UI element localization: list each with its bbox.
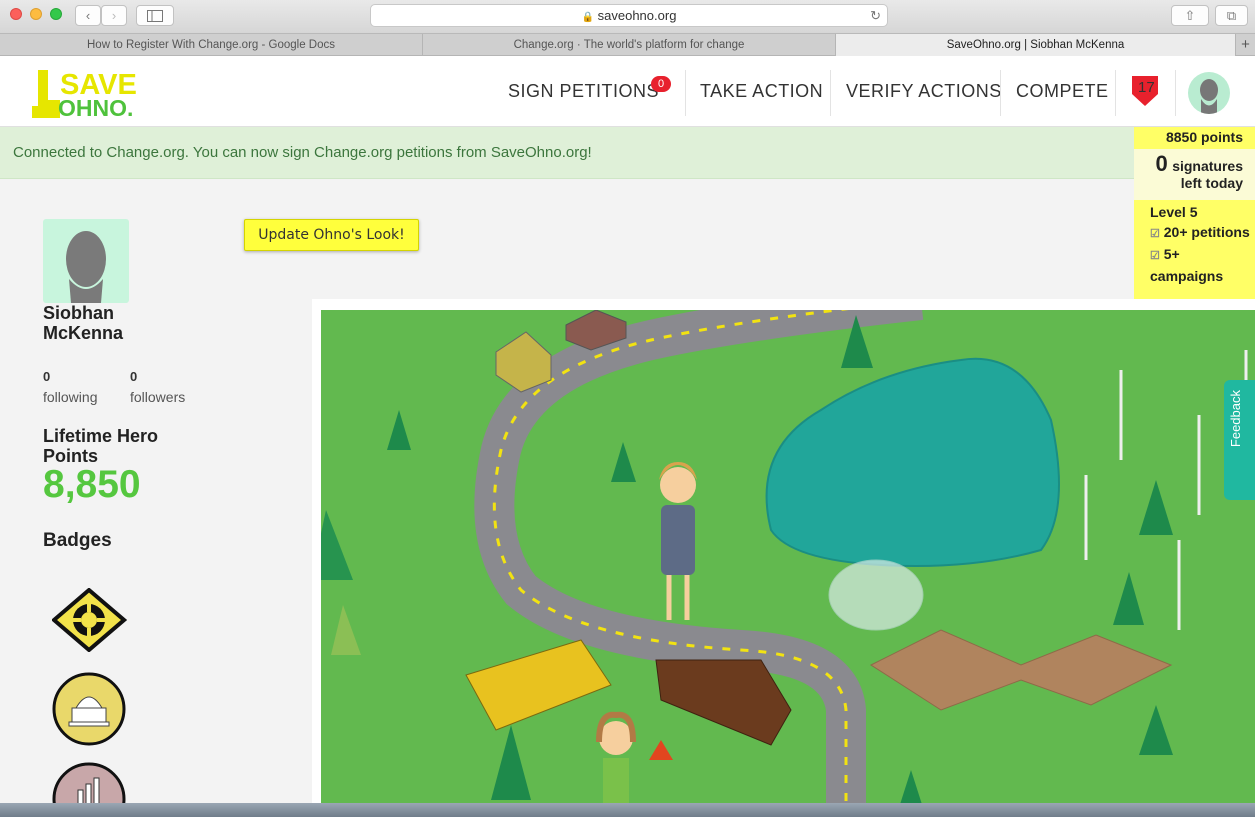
- nav-divider: [1175, 70, 1176, 116]
- close-window-icon[interactable]: [10, 8, 22, 20]
- following-link[interactable]: following: [43, 389, 97, 405]
- banner-message: Connected to Change.org. You can now sig…: [13, 144, 592, 161]
- tab-saveohno[interactable]: SaveOhno.org | Siobhan McKenna: [836, 34, 1236, 56]
- url-text: saveohno.org: [597, 8, 677, 23]
- sidebar-icon: [147, 10, 163, 22]
- back-button[interactable]: ‹: [75, 5, 101, 26]
- followers-count: 0: [130, 369, 138, 384]
- share-button[interactable]: ⇧: [1171, 5, 1209, 26]
- garden-dome: [828, 559, 924, 631]
- alerts-button[interactable]: 17: [1130, 74, 1160, 108]
- lifebuoy-badge-icon: [50, 587, 128, 653]
- points-total: 8850 points: [1134, 127, 1255, 149]
- town-map-scene: [321, 310, 1255, 817]
- nav-compete[interactable]: COMPETE: [1016, 81, 1109, 102]
- profile-avatar[interactable]: [43, 219, 129, 303]
- badges-title: Badges: [43, 530, 112, 551]
- followers-link[interactable]: followers: [130, 389, 185, 405]
- tab-change-org[interactable]: Change.org · The world's platform for ch…: [423, 34, 836, 56]
- badge-chart[interactable]: [52, 762, 127, 803]
- capitol-badge-icon: [52, 672, 126, 746]
- feedback-label: Feedback: [1228, 390, 1243, 448]
- nav-sign-petitions[interactable]: SIGN PETITIONS: [508, 81, 659, 102]
- requirement-campaigns: 5+ campaigns: [1150, 246, 1224, 284]
- requirement-petitions: 20+ petitions: [1163, 224, 1250, 240]
- alert-count: 17: [1138, 79, 1155, 96]
- reload-icon[interactable]: ↻: [870, 5, 881, 26]
- badge-lifebuoy[interactable]: [50, 587, 128, 653]
- tab-bar: How to Register With Change.org - Google…: [0, 34, 1255, 56]
- svg-text:OHNO.: OHNO.: [58, 95, 133, 118]
- nav-verify-actions[interactable]: VERIFY ACTIONS: [846, 81, 1002, 102]
- following-count: 0: [43, 369, 51, 384]
- checkbox-icon: ☑: [1150, 250, 1160, 262]
- petitions-count-badge: 0: [651, 76, 671, 92]
- tabs-overview-button[interactable]: ⧉: [1215, 5, 1248, 26]
- address-bar[interactable]: 🔒 saveohno.org ↻: [370, 4, 888, 27]
- tab-google-docs[interactable]: How to Register With Change.org - Google…: [0, 34, 423, 56]
- checkbox-icon: ☑: [1150, 228, 1160, 240]
- lifetime-points-value: 8,850: [43, 463, 141, 506]
- points-panel: 8850 points 0 signatures left today Leve…: [1134, 127, 1255, 300]
- signatures-count: 0: [1155, 151, 1168, 176]
- nav-take-action[interactable]: TAKE ACTION: [700, 81, 823, 102]
- saveohno-logo[interactable]: SAVE OHNO.: [30, 66, 162, 121]
- left-today-label: left today: [1180, 175, 1243, 191]
- forward-button[interactable]: ›: [101, 5, 127, 26]
- lifetime-points-label: Lifetime Hero Points: [43, 426, 159, 466]
- user-silhouette-icon: [1200, 79, 1218, 114]
- update-look-button[interactable]: Update Ohno's Look!: [244, 219, 419, 251]
- browser-toolbar: ‹ › 🔒 saveohno.org ↻ ⇧ ⧉: [0, 0, 1255, 34]
- game-map-frame: [312, 299, 1255, 817]
- level-label: Level 5: [1150, 204, 1198, 220]
- bar-chart-badge-icon: [52, 762, 126, 803]
- ohno-town-map[interactable]: [321, 310, 1255, 817]
- user-avatar-button[interactable]: [1188, 72, 1230, 114]
- user-silhouette-icon: [66, 231, 106, 303]
- lock-icon: 🔒: [581, 12, 595, 23]
- feedback-tab[interactable]: Feedback: [1224, 380, 1255, 500]
- nav-divider: [685, 70, 686, 116]
- nav-divider: [830, 70, 831, 116]
- os-dock: [0, 803, 1255, 817]
- level-requirements: Level 5 ☑ 20+ petitions ☑ 5+ campaigns: [1134, 200, 1255, 300]
- logo-mark-icon: SAVE OHNO.: [32, 69, 137, 121]
- sidebar-toggle-button[interactable]: [136, 5, 174, 26]
- npc-character: [596, 711, 636, 817]
- signatures-left: 0 signatures left today: [1134, 149, 1255, 200]
- zoom-window-icon[interactable]: [50, 8, 62, 20]
- nav-divider: [1115, 70, 1116, 116]
- nav-divider: [1000, 70, 1001, 116]
- badge-capitol[interactable]: [52, 672, 127, 747]
- connection-banner: Connected to Change.org. You can now sig…: [0, 127, 1255, 179]
- signatures-label: signatures: [1172, 158, 1243, 174]
- site-header: SAVE OHNO. SIGN PETITIONS 0 TAKE ACTION …: [0, 56, 1255, 127]
- profile-name: Siobhan McKenna: [43, 303, 124, 343]
- minimize-window-icon[interactable]: [30, 8, 42, 20]
- new-tab-button[interactable]: +: [1236, 34, 1255, 56]
